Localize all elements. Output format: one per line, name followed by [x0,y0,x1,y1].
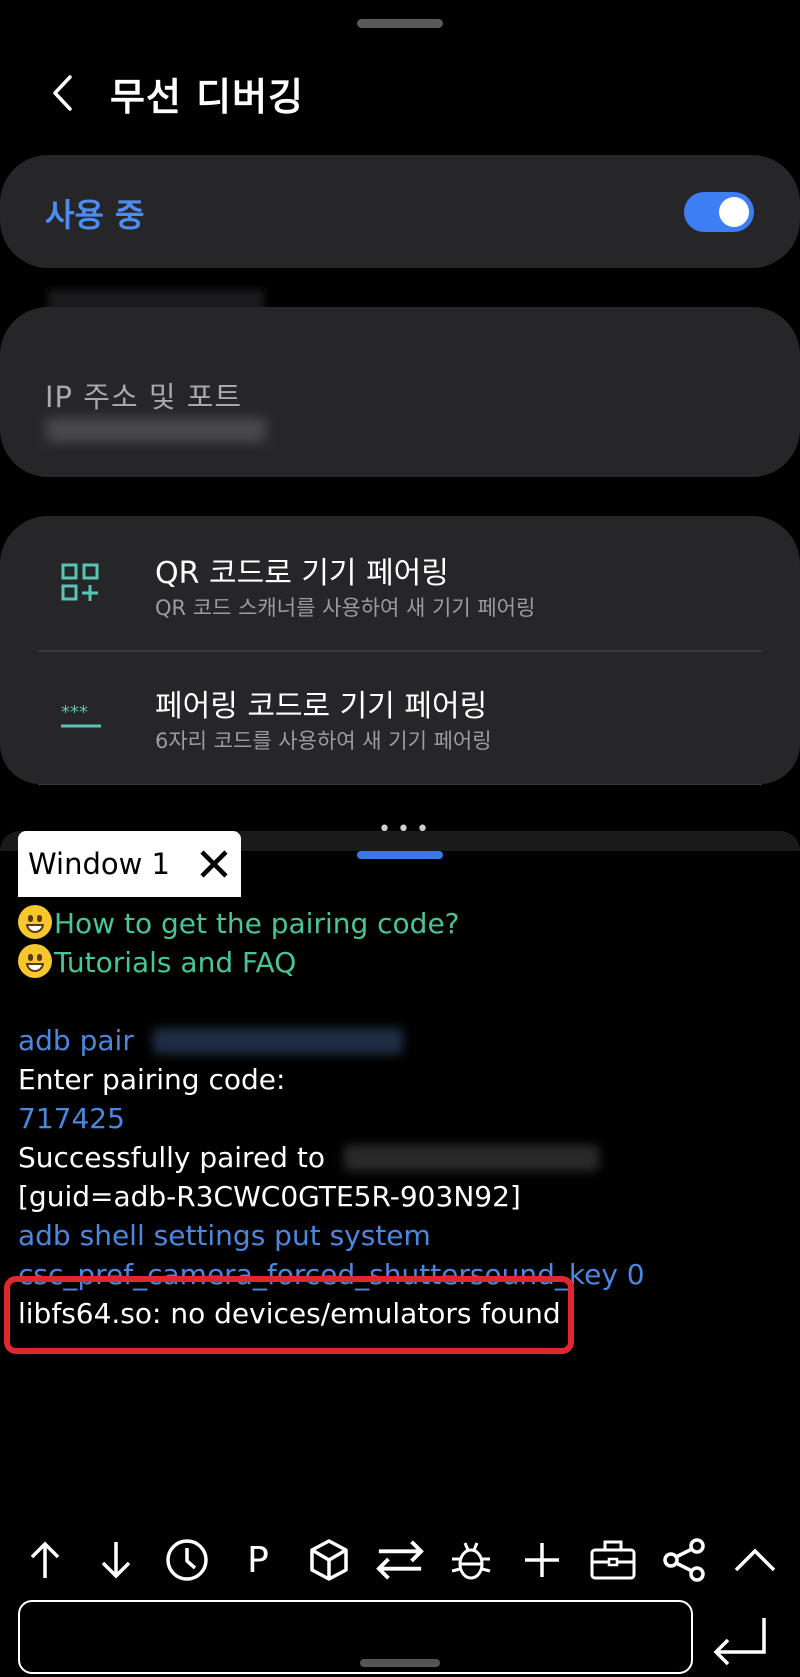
chevron-up-icon [734,1548,776,1572]
drag-handle-panel[interactable] [357,851,443,859]
tab-label: Window 1 [28,847,171,881]
code-pairing-title[interactable]: 페어링 코드로 기기 페어링 [155,681,487,725]
switch-knob [719,197,749,227]
wireless-debugging-switch[interactable] [684,192,754,232]
help-link-pairing[interactable]: How to get the pairing code? [18,904,460,943]
switch-button[interactable] [375,1530,425,1590]
terminal-line: adb pair [18,1021,403,1060]
enter-button[interactable] [706,1612,776,1668]
pairing-code-icon: *** [61,702,101,728]
terminal-line: Successfully paired to [18,1138,599,1177]
command-input[interactable] [18,1600,693,1674]
cube-icon [310,1539,348,1581]
ip-redacted [343,1145,599,1171]
help-link-tutorials[interactable]: Tutorials and FAQ [18,943,296,982]
ip-redacted [152,1028,403,1054]
toggle-label: 사용 중 [45,196,145,234]
adb-button[interactable] [304,1530,354,1590]
svg-text:***: *** [61,702,88,723]
toolbox-button[interactable] [588,1530,638,1590]
qr-code-icon [61,563,99,601]
plus-icon [525,1543,559,1577]
share-button[interactable] [659,1530,709,1590]
share-icon [663,1538,705,1582]
enter-icon [713,1618,766,1666]
gesture-bar[interactable] [360,1659,440,1667]
terminal-line: [guid=adb-R3CWC0GTE5R-903N92] [18,1180,521,1213]
ip-address-label: IP 주소 및 포트 [45,380,243,414]
p-button[interactable]: P [233,1530,283,1590]
close-tab-button[interactable] [194,844,234,884]
drag-handle-top[interactable] [357,19,443,28]
divider [38,784,762,785]
add-button[interactable] [517,1530,567,1590]
terminal-line: Enter pairing code: [18,1063,286,1096]
back-button[interactable] [38,68,88,118]
grinning-face-emoji-icon [18,944,52,978]
bug-icon [451,1542,491,1580]
terminal-line: 717425 [18,1102,125,1135]
terminal-line: adb shell settings put system [18,1219,431,1252]
qr-pairing-subtitle: QR 코드 스캐너를 사용하여 새 기기 페어링 [155,596,536,620]
ip-address-value-redacted [46,418,266,442]
briefcase-icon [590,1540,636,1580]
qr-pairing-title[interactable]: QR 코드로 기기 페어링 [155,548,449,592]
swap-arrows-icon [376,1540,424,1580]
divider [38,650,762,652]
clock-icon [166,1539,208,1581]
arrow-down-button[interactable] [91,1530,141,1590]
code-pairing-subtitle: 6자리 코드를 사용하여 새 기기 페어링 [155,729,492,753]
tab-window-1[interactable]: Window 1 [18,831,241,897]
page-title: 무선 디버깅 [110,75,305,119]
grinning-face-emoji-icon [18,905,52,939]
arrow-up-icon [30,1541,60,1578]
history-button[interactable] [162,1530,212,1590]
arrow-down-icon [101,1542,131,1579]
arrow-up-button[interactable] [20,1530,70,1590]
terminal-toolbar: P [20,1525,780,1595]
error-highlight-box [4,1276,574,1354]
chevron-left-icon [53,75,72,111]
close-icon [200,850,228,878]
debug-button[interactable] [446,1530,496,1590]
collapse-button[interactable] [730,1530,780,1590]
